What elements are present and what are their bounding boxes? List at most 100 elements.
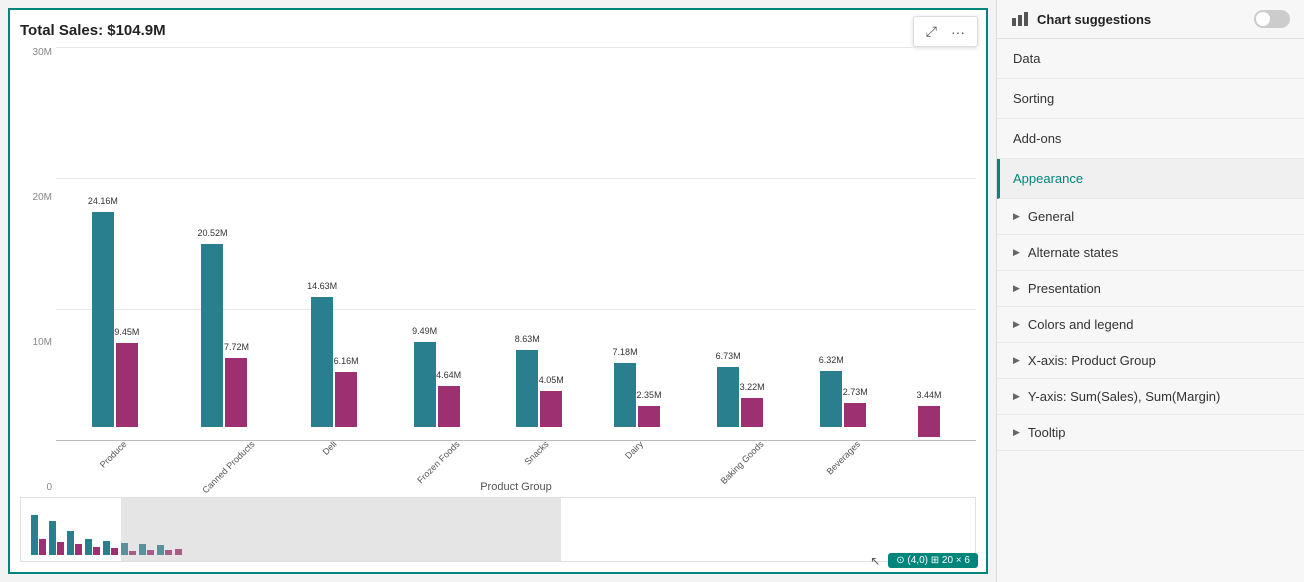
mini-bar-teal xyxy=(103,541,110,555)
section-x-axis-header[interactable]: ▶ X-axis: Product Group xyxy=(997,343,1304,378)
chevron-right-icon: ▶ xyxy=(1013,319,1020,330)
y-label-0: 0 xyxy=(46,482,52,493)
bar-value-teal: 6.73M xyxy=(716,351,741,361)
right-panel: Chart suggestions Data Sorting Add-ons A… xyxy=(996,0,1304,582)
toggle-switch[interactable] xyxy=(1254,10,1290,28)
bar-purple-snacks[interactable]: 4.05M xyxy=(540,391,562,427)
nav-item-appearance[interactable]: Appearance xyxy=(997,159,1304,199)
x-label-produce: Produce xyxy=(98,439,129,470)
bar-value-purple: 4.64M xyxy=(436,370,461,380)
bar-value-purple: 9.45M xyxy=(114,327,139,337)
mini-bar-group xyxy=(85,539,100,555)
bar-teal-snacks[interactable]: 8.63M xyxy=(516,350,538,427)
bars-area: 24.16M 9.45M Produce xyxy=(56,47,976,441)
panel-header-title: Chart suggestions xyxy=(1037,12,1151,27)
bar-value-purple: 7.72M xyxy=(224,342,249,352)
chevron-right-icon: ▶ xyxy=(1013,247,1020,258)
bar-pair: 20.52M 7.72M xyxy=(201,244,247,427)
bar-value-teal: 14.63M xyxy=(307,281,337,291)
x-label-baking: Baking Goods xyxy=(718,439,765,486)
bar-value-purple: 6.16M xyxy=(334,356,359,366)
mini-bar-group xyxy=(49,521,64,555)
bar-value-teal: 6.32M xyxy=(819,355,844,365)
expand-button[interactable]: ⤢ xyxy=(922,21,941,42)
status-badge: ⊙ (4,0) ⊞ 20 × 6 xyxy=(888,553,978,568)
bar-group-beverages: 6.32M 2.73M Beverages xyxy=(820,371,866,441)
bar-pair: 8.63M 4.05M xyxy=(516,350,562,427)
bar-value-teal: 8.63M xyxy=(515,334,540,344)
section-alt-states: ▶ Alternate states xyxy=(997,235,1304,271)
bar-value-teal: 7.18M xyxy=(613,347,638,357)
bar-teal-deli[interactable]: 14.63M xyxy=(311,297,333,427)
mini-bar-purple xyxy=(111,548,118,555)
mini-bar-group xyxy=(103,541,118,555)
bar-purple-canned[interactable]: 7.72M xyxy=(225,358,247,427)
section-general: ▶ General xyxy=(997,199,1304,235)
section-tooltip-header[interactable]: ▶ Tooltip xyxy=(997,415,1304,450)
section-colors-legend-header[interactable]: ▶ Colors and legend xyxy=(997,307,1304,342)
section-presentation: ▶ Presentation xyxy=(997,271,1304,307)
bar-group-dairy: 7.18M 2.35M Dairy xyxy=(614,363,660,441)
bar-purple-frozen[interactable]: 4.64M xyxy=(438,386,460,427)
x-label-frozen: Frozen Foods xyxy=(415,439,461,485)
section-y-axis: ▶ Y-axis: Sum(Sales), Sum(Margin) xyxy=(997,379,1304,415)
cursor-icon: ↖ xyxy=(870,554,880,568)
mini-bar-teal xyxy=(31,515,38,555)
chevron-right-icon: ▶ xyxy=(1013,427,1020,438)
bar-purple-beverages[interactable]: 2.73M xyxy=(844,403,866,427)
bar-group-last: 3.44M xyxy=(918,406,940,441)
chevron-right-icon: ▶ xyxy=(1013,283,1020,294)
bar-purple-baking[interactable]: 3.22M xyxy=(741,398,763,427)
bar-group-frozen: 9.49M 4.64M Frozen Foods xyxy=(409,342,465,441)
section-y-axis-header[interactable]: ▶ Y-axis: Sum(Sales), Sum(Margin) xyxy=(997,379,1304,414)
bar-group-produce: 24.16M 9.45M Produce xyxy=(92,212,138,441)
bar-value-teal: 9.49M xyxy=(412,326,437,336)
section-presentation-header[interactable]: ▶ Presentation xyxy=(997,271,1304,306)
bar-group-deli: 14.63M 6.16M Deli xyxy=(311,297,357,441)
bar-teal-canned[interactable]: 20.52M xyxy=(201,244,223,427)
chart-body: 30M 20M 10M 0 xyxy=(20,47,976,493)
section-general-header[interactable]: ▶ General xyxy=(997,199,1304,234)
mini-bar-teal xyxy=(67,531,74,555)
section-tooltip: ▶ Tooltip xyxy=(997,415,1304,451)
mini-bar-purple xyxy=(39,539,46,555)
mini-bar-group xyxy=(67,531,82,555)
x-axis-title: Product Group xyxy=(56,481,976,493)
bar-purple-last[interactable]: 3.44M xyxy=(918,406,940,437)
chevron-right-icon: ▶ xyxy=(1013,391,1020,402)
x-label-beverages: Beverages xyxy=(824,439,861,476)
chart-grid: 24.16M 9.45M Produce xyxy=(56,47,976,441)
nav-item-sorting[interactable]: Sorting xyxy=(997,79,1304,119)
toggle-knob xyxy=(1256,12,1270,26)
section-alt-states-header[interactable]: ▶ Alternate states xyxy=(997,235,1304,270)
nav-item-data[interactable]: Data xyxy=(997,39,1304,79)
bar-purple-produce[interactable]: 9.45M xyxy=(116,343,138,427)
bar-teal-dairy[interactable]: 7.18M xyxy=(614,363,636,427)
chevron-right-icon: ▶ xyxy=(1013,355,1020,366)
nav-item-addons[interactable]: Add-ons xyxy=(997,119,1304,159)
bar-pair: 6.32M 2.73M xyxy=(820,371,866,427)
bar-value-purple: 2.35M xyxy=(637,390,662,400)
chart-toolbar: ⤢ ··· xyxy=(913,16,978,47)
more-options-button[interactable]: ··· xyxy=(947,21,969,42)
bar-pair: 6.73M 3.22M xyxy=(717,367,763,427)
bar-teal-produce[interactable]: 24.16M xyxy=(92,212,114,427)
mini-bar-teal xyxy=(49,521,56,555)
bar-value-purple: 2.73M xyxy=(843,387,868,397)
bar-value-purple: 3.22M xyxy=(740,382,765,392)
chart-container: ⤢ ··· Total Sales: $104.9M 30M 20M 10M 0 xyxy=(8,8,988,574)
bar-value-purple: 3.44M xyxy=(917,390,942,400)
bar-group-canned: 20.52M 7.72M Canned Products xyxy=(190,244,260,441)
bar-pair: 9.49M 4.64M xyxy=(414,342,460,427)
bar-purple-dairy[interactable]: 2.35M xyxy=(638,406,660,427)
mini-chart-overlay[interactable] xyxy=(121,498,561,561)
mini-bar-group xyxy=(31,515,46,555)
mini-bar-teal xyxy=(85,539,92,555)
x-label-deli: Deli xyxy=(321,439,339,457)
bar-teal-beverages[interactable]: 6.32M xyxy=(820,371,842,427)
bar-purple-deli[interactable]: 6.16M xyxy=(335,372,357,427)
bar-teal-baking[interactable]: 6.73M xyxy=(717,367,739,427)
bar-teal-frozen[interactable]: 9.49M xyxy=(414,342,436,427)
bar-group-snacks: 8.63M 4.05M Snacks xyxy=(516,350,562,441)
mini-chart[interactable] xyxy=(20,497,976,562)
